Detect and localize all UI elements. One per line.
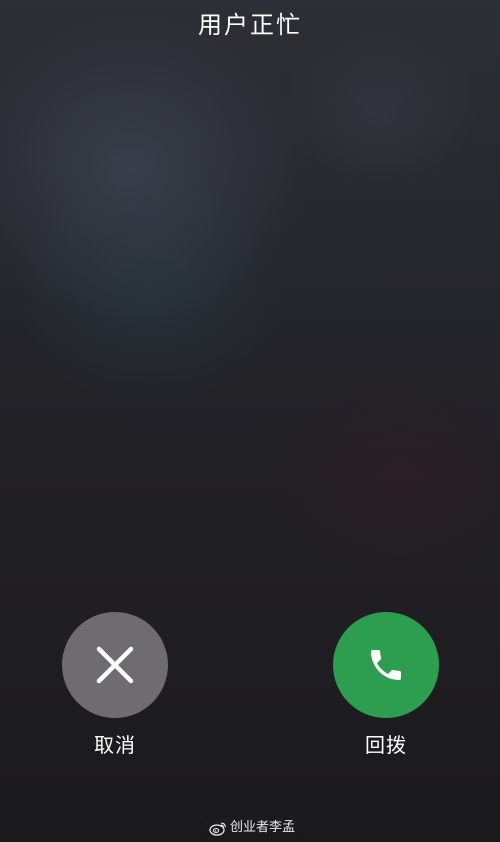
close-icon	[96, 646, 134, 684]
redial-button[interactable]	[333, 612, 439, 718]
cancel-label: 取消	[94, 733, 136, 757]
redial-label: 回拨	[365, 733, 407, 757]
watermark-text: 创业者李孟	[230, 820, 296, 835]
weibo-logo-icon	[209, 822, 226, 836]
phone-icon	[371, 650, 401, 680]
cancel-button[interactable]	[62, 612, 168, 718]
cancel-action: 取消	[62, 612, 168, 758]
watermark: 创业者李孟	[205, 818, 300, 838]
redial-action: 回拨	[333, 612, 439, 758]
call-status-title: 用户正忙	[198, 11, 302, 39]
